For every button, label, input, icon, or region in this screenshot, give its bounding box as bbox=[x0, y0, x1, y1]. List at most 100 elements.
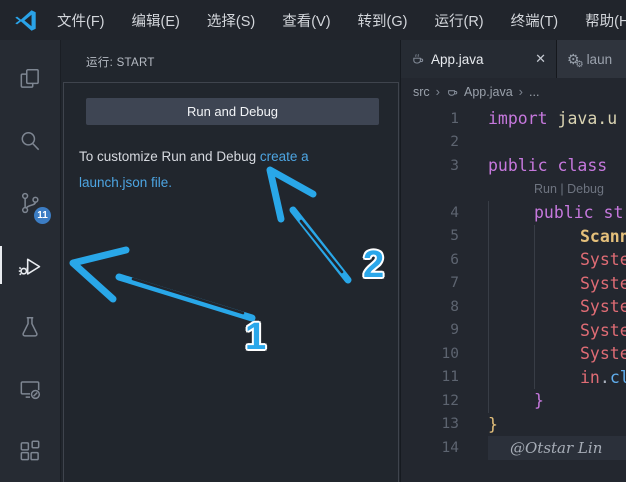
code-line-8: 8Syste bbox=[401, 295, 626, 319]
flask-icon bbox=[17, 314, 43, 340]
indent-guide bbox=[488, 389, 534, 413]
sidebar-item-run-and-debug[interactable] bbox=[0, 234, 60, 296]
indent-guide bbox=[534, 272, 580, 296]
chevron-right-icon: › bbox=[519, 84, 523, 99]
line-content: Syste bbox=[488, 272, 626, 296]
code-line-3: 3public class bbox=[401, 154, 626, 178]
indent-guide bbox=[534, 248, 580, 272]
line-content: @Otstar Lin bbox=[488, 436, 626, 460]
menu-item-0[interactable]: 文件(F) bbox=[57, 10, 105, 31]
code-line-10: 10 Syste bbox=[401, 342, 626, 366]
sidebar-item-remote-explorer[interactable] bbox=[0, 358, 60, 420]
code-token: Syste bbox=[580, 321, 626, 340]
code-token: Syste bbox=[580, 250, 626, 269]
sidebar-item-extensions[interactable] bbox=[0, 420, 60, 482]
indent-guide bbox=[488, 366, 534, 390]
sidebar-item-search[interactable] bbox=[0, 110, 60, 172]
breadcrumb-app-java[interactable]: App.java bbox=[464, 85, 513, 99]
indent-guide bbox=[488, 225, 534, 249]
line-number: 13 bbox=[401, 416, 459, 432]
code-token: Syste bbox=[580, 344, 626, 363]
code-token: Scann bbox=[580, 227, 626, 246]
breadcrumb-symbol[interactable]: ... bbox=[529, 85, 539, 99]
code-line-2: 2 bbox=[401, 131, 626, 155]
code-token: Syste bbox=[580, 297, 626, 316]
code-line-11: 11in.cl bbox=[401, 366, 626, 390]
welcome-view: Run and Debug To customize Run and Debug… bbox=[63, 82, 399, 482]
line-content: Syste bbox=[488, 295, 626, 319]
editor-group: App.java ✕ ⚙⚙ laun src › App.java › ... bbox=[400, 40, 626, 482]
code-token: Syste bbox=[580, 274, 626, 293]
line-content: Syste bbox=[488, 319, 626, 343]
code-line-7: 7Syste bbox=[401, 272, 626, 296]
chevron-right-icon: › bbox=[436, 84, 440, 99]
code-token: in bbox=[580, 368, 600, 387]
line-number: 10 bbox=[401, 346, 459, 362]
code-token: } bbox=[534, 391, 544, 410]
code-area[interactable]: 1import java.u23public class Run | Debug… bbox=[401, 105, 626, 482]
files-icon bbox=[17, 66, 43, 92]
code-line-9: 9Syste bbox=[401, 319, 626, 343]
indent-guide bbox=[488, 319, 534, 343]
breadcrumb-src[interactable]: src bbox=[413, 85, 430, 99]
line-content: public class bbox=[488, 154, 626, 178]
line-number: 6 bbox=[401, 252, 459, 268]
gear-icon: ⚙⚙ bbox=[567, 51, 580, 68]
source-control-badge: 11 bbox=[34, 207, 51, 224]
java-file-icon bbox=[446, 85, 458, 98]
line-number: 14 bbox=[401, 440, 459, 456]
menu-item-3[interactable]: 查看(V) bbox=[282, 10, 330, 31]
indent-guide bbox=[534, 319, 580, 343]
run-and-debug-icon bbox=[17, 252, 44, 279]
remote-explorer-icon bbox=[17, 376, 43, 402]
code-line-4: 4 public st bbox=[401, 201, 626, 225]
menu-item-6[interactable]: 终端(T) bbox=[511, 10, 559, 31]
code-token: cl bbox=[610, 368, 626, 387]
line-content bbox=[488, 131, 626, 155]
code-line-12: 12} bbox=[401, 389, 626, 413]
code-line-13: 13} bbox=[401, 413, 626, 437]
titlebar: 文件(F) 编辑(E) 选择(S) 查看(V) 转到(G) 运行(R) 终端(T) 帮助(H) bbox=[0, 0, 626, 40]
sidebar-item-explorer[interactable] bbox=[0, 48, 60, 110]
menu-item-1[interactable]: 编辑(E) bbox=[132, 10, 180, 31]
code-line-5: 5Scann bbox=[401, 225, 626, 249]
tab-app-java[interactable]: App.java ✕ bbox=[401, 40, 556, 78]
run-and-debug-button[interactable]: Run and Debug bbox=[86, 98, 379, 125]
code-line-6: 6 Syste bbox=[401, 248, 626, 272]
indent-guide bbox=[534, 225, 580, 249]
code-token: . bbox=[600, 368, 610, 387]
code-token: import bbox=[488, 109, 558, 128]
sidebar-item-testing[interactable] bbox=[0, 296, 60, 358]
sidebar-item-source-control[interactable]: 11 bbox=[0, 172, 60, 234]
indent-guide bbox=[488, 295, 534, 319]
code-token: public class bbox=[488, 156, 617, 175]
search-icon bbox=[17, 128, 43, 154]
code-token: } bbox=[488, 415, 498, 434]
watermark: @Otstar Lin bbox=[510, 439, 602, 457]
tab-bar: App.java ✕ ⚙⚙ laun bbox=[401, 40, 626, 78]
extensions-icon bbox=[17, 438, 43, 464]
code-token: java.u bbox=[558, 109, 618, 128]
line-content: Scann bbox=[488, 225, 626, 249]
line-content: in.cl bbox=[488, 366, 626, 390]
welcome-text: To customize Run and Debug create a laun… bbox=[79, 144, 378, 196]
menu-item-2[interactable]: 选择(S) bbox=[207, 10, 255, 31]
indent-guide bbox=[488, 272, 534, 296]
vscode-logo-icon bbox=[13, 8, 38, 33]
line-number: 4 bbox=[401, 205, 459, 221]
line-content: } bbox=[488, 389, 626, 413]
menu-item-7[interactable]: 帮助(H) bbox=[585, 10, 626, 31]
indent-guide bbox=[534, 366, 580, 390]
menu-item-5[interactable]: 运行(R) bbox=[434, 10, 483, 31]
close-icon[interactable]: ✕ bbox=[535, 51, 546, 67]
codelens-row[interactable]: Run | Debug bbox=[401, 178, 626, 202]
welcome-text-static: To customize Run and Debug bbox=[79, 149, 260, 164]
indent-guide bbox=[534, 342, 580, 366]
menu-item-4[interactable]: 转到(G) bbox=[358, 10, 408, 31]
code-token: public st bbox=[534, 203, 623, 222]
tab-label: laun bbox=[587, 52, 613, 67]
code-line-14: 14 @Otstar Lin bbox=[401, 436, 626, 460]
indent-guide bbox=[534, 295, 580, 319]
panel-header: 运行: START bbox=[61, 40, 400, 70]
tab-launch-json[interactable]: ⚙⚙ laun bbox=[556, 40, 626, 78]
